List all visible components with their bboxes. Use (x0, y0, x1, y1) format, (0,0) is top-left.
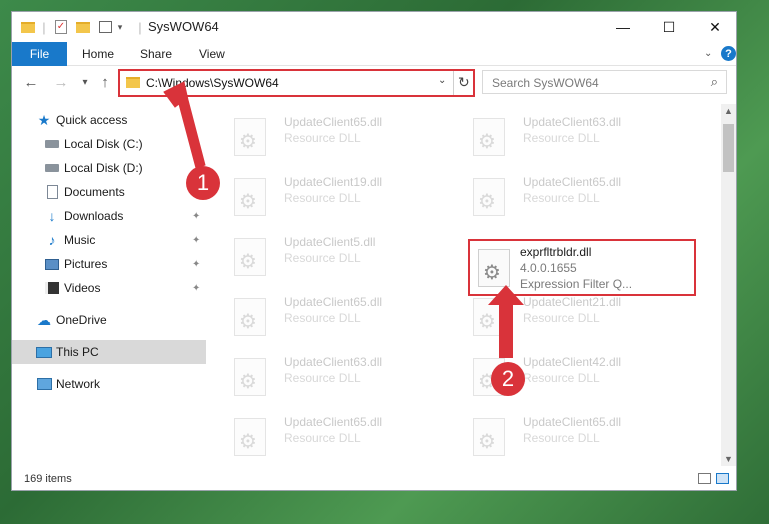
annotation-arrows (163, 81, 524, 358)
step-2-badge: 2 (491, 362, 525, 396)
arrow-1 (163, 81, 206, 169)
step-1-badge: 1 (186, 166, 220, 200)
arrow-2 (488, 285, 524, 358)
